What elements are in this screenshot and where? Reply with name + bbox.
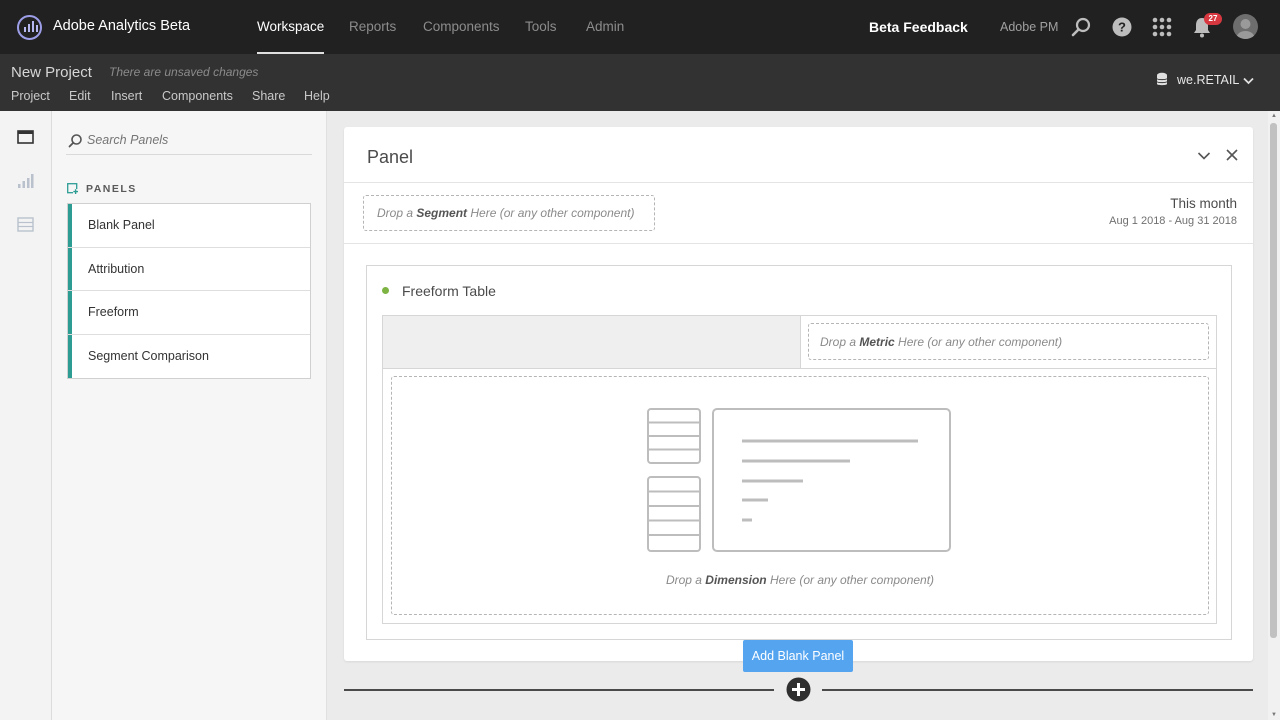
scrollbar-thumb[interactable] — [1270, 123, 1277, 638]
panels-icon[interactable] — [17, 130, 34, 144]
close-icon[interactable] — [1225, 148, 1239, 162]
top-navigation-bar: Adobe Analytics Beta Workspace Reports C… — [0, 0, 1280, 54]
table-header-metric-cell: Drop a Metric Here (or any other compone… — [800, 315, 1217, 369]
date-range-label[interactable]: This month — [1170, 196, 1237, 211]
panel-list: Blank Panel Attribution Freeform Segment… — [67, 203, 311, 379]
dimension-drop-zone[interactable]: Drop a Dimension Here (or any other comp… — [391, 376, 1209, 615]
dimension-drop-text: Drop a Dimension Here (or any other comp… — [665, 573, 935, 587]
panel-item-attribution[interactable]: Attribution — [68, 247, 310, 291]
collapse-chevron-icon[interactable] — [1197, 149, 1211, 163]
workspace-panel: Panel Drop a Segment Here (or any other … — [344, 127, 1253, 661]
nav-admin[interactable]: Admin — [586, 0, 624, 54]
table-header-dimension-cell — [382, 315, 800, 369]
date-range-value[interactable]: Aug 1 2018 - Aug 31 2018 — [1109, 215, 1237, 227]
segment-drop-zone[interactable]: Drop a Segment Here (or any other compon… — [363, 195, 655, 231]
app-title[interactable]: Adobe Analytics Beta — [53, 18, 190, 34]
search-underline — [66, 154, 312, 155]
menu-project[interactable]: Project — [11, 89, 50, 103]
freeform-table-visualization: Freeform Table Drop a Metric Here (or an… — [366, 265, 1232, 640]
project-name[interactable]: New Project — [11, 64, 92, 81]
panel-item-freeform[interactable]: Freeform — [68, 291, 310, 335]
table-body: Drop a Dimension Here (or any other comp… — [382, 369, 1217, 624]
status-dot — [382, 287, 389, 294]
panel-item-segment-comparison[interactable]: Segment Comparison — [68, 334, 310, 379]
avatar[interactable] — [1233, 14, 1258, 39]
scroll-up-arrow-icon[interactable]: ▲ — [1268, 111, 1280, 121]
database-icon — [1156, 72, 1168, 86]
svg-text:?: ? — [1118, 20, 1126, 35]
help-icon[interactable]: ? — [1111, 16, 1133, 38]
app-grid-icon[interactable] — [1151, 16, 1173, 38]
chevron-down-icon[interactable] — [1243, 77, 1254, 85]
nav-tools[interactable]: Tools — [525, 0, 557, 54]
dropzone-divider — [344, 243, 1253, 244]
visualizations-icon[interactable] — [17, 173, 34, 189]
search-panels-input[interactable] — [87, 129, 312, 151]
adobe-analytics-logo-icon[interactable] — [17, 15, 42, 40]
components-icon[interactable] — [17, 217, 34, 232]
nav-reports[interactable]: Reports — [349, 0, 396, 54]
menu-share[interactable]: Share — [252, 89, 285, 103]
add-panel-divider-left — [344, 689, 774, 691]
search-icon — [68, 134, 82, 148]
panel-header-divider — [344, 182, 1253, 183]
nav-components[interactable]: Components — [423, 0, 500, 54]
menu-components[interactable]: Components — [162, 89, 233, 103]
beta-feedback-link[interactable]: Beta Feedback — [869, 19, 968, 35]
scroll-down-arrow-icon[interactable]: ▼ — [1268, 710, 1280, 720]
add-panel-plus-icon[interactable] — [786, 677, 811, 702]
menu-edit[interactable]: Edit — [69, 89, 91, 103]
panels-sidebar: PANELS Blank Panel Attribution Freeform … — [52, 111, 327, 720]
add-panel-icon — [67, 183, 79, 195]
nav-workspace[interactable]: Workspace — [257, 0, 325, 54]
report-suite-selector[interactable]: we.RETAIL — [1177, 73, 1239, 87]
user-name[interactable]: Adobe PM — [1000, 20, 1058, 34]
search-icon[interactable] — [1070, 16, 1092, 38]
panel-title[interactable]: Panel — [367, 147, 413, 168]
project-bar: New Project There are unsaved changes Pr… — [0, 54, 1280, 111]
menu-help[interactable]: Help — [304, 89, 330, 103]
table-placeholder-icon — [647, 408, 951, 552]
panels-heading: PANELS — [86, 183, 137, 195]
workspace-scrollbar[interactable]: ▲ ▼ — [1268, 111, 1280, 720]
unsaved-changes-status: There are unsaved changes — [109, 65, 259, 79]
metric-drop-zone[interactable]: Drop a Metric Here (or any other compone… — [808, 323, 1209, 360]
add-blank-panel-button[interactable]: Add Blank Panel — [743, 640, 853, 672]
left-rail — [0, 111, 52, 720]
panel-item-blank-panel[interactable]: Blank Panel — [68, 204, 310, 248]
add-panel-divider-right — [822, 689, 1253, 691]
notification-badge: 27 — [1204, 13, 1222, 25]
visualization-title[interactable]: Freeform Table — [402, 283, 496, 299]
menu-insert[interactable]: Insert — [111, 89, 142, 103]
